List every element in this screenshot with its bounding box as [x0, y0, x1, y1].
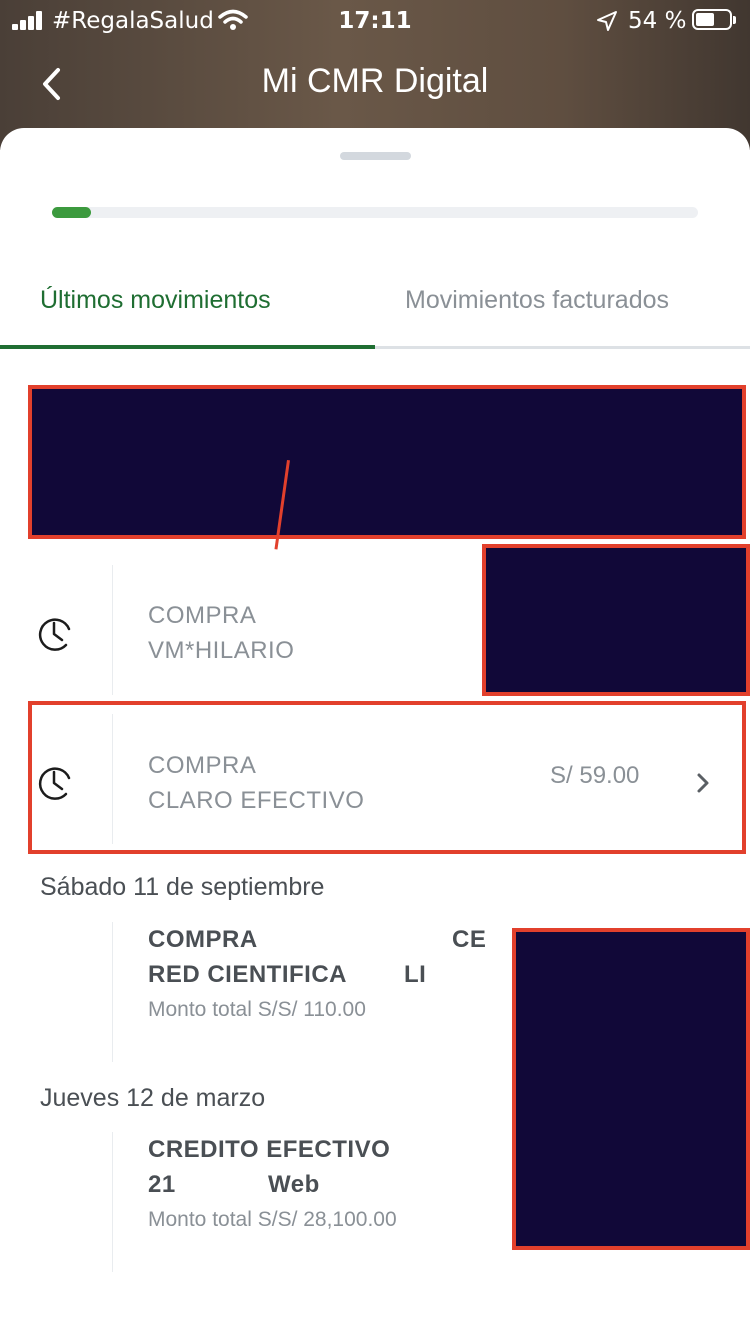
- drag-handle[interactable]: [340, 152, 411, 160]
- tab-movimientos-facturados[interactable]: Movimientos facturados: [405, 286, 669, 315]
- movement-detail: 21: [148, 1171, 176, 1198]
- movement-merchant-tail: LI: [404, 961, 427, 988]
- tab-divider: [375, 346, 750, 349]
- movement-type-tail: CE: [452, 926, 487, 953]
- movement-total: Monto total S/S/ 110.00: [148, 998, 366, 1021]
- movement-amount: S/ 59.00: [550, 762, 640, 789]
- row-divider: [112, 714, 113, 844]
- movement-merchant: CLARO EFECTIVO: [148, 787, 365, 814]
- movement-merchant: RED CIENTIFICA: [148, 961, 347, 988]
- row-divider: [112, 1132, 113, 1272]
- row-divider: [112, 565, 113, 695]
- movement-type: COMPRA: [148, 602, 257, 629]
- battery-icon: [692, 9, 736, 30]
- battery-percent: 54 %: [628, 8, 687, 34]
- page-title: Mi CMR Digital: [261, 62, 489, 100]
- redaction-block: [512, 928, 750, 1250]
- movement-channel: Web: [268, 1171, 320, 1198]
- status-bar: #RegalaSalud 17:11 54 %: [0, 0, 750, 42]
- date-header: Sábado 11 de septiembre: [40, 873, 325, 901]
- location-arrow-icon: [597, 11, 617, 31]
- movement-type: COMPRA: [148, 926, 258, 953]
- row-divider: [112, 922, 113, 1062]
- movement-type: CREDITO EFECTIVO: [148, 1136, 391, 1163]
- movement-merchant: VM*HILARIO: [148, 637, 295, 664]
- credit-progress-fill: [52, 207, 91, 218]
- chevron-right-icon[interactable]: [694, 770, 712, 796]
- redaction-block: [482, 544, 750, 696]
- active-tab-indicator: [0, 345, 375, 349]
- credit-progress-bar: [52, 207, 698, 218]
- redaction-block: [28, 385, 746, 539]
- movement-total: Monto total S/S/ 28,100.00: [148, 1208, 397, 1231]
- movement-type: COMPRA: [148, 752, 257, 779]
- clock-icon: [38, 618, 71, 651]
- tab-ultimos-movimientos[interactable]: Últimos movimientos: [40, 286, 271, 315]
- date-header: Jueves 12 de marzo: [40, 1084, 266, 1112]
- clock-icon: [38, 767, 71, 800]
